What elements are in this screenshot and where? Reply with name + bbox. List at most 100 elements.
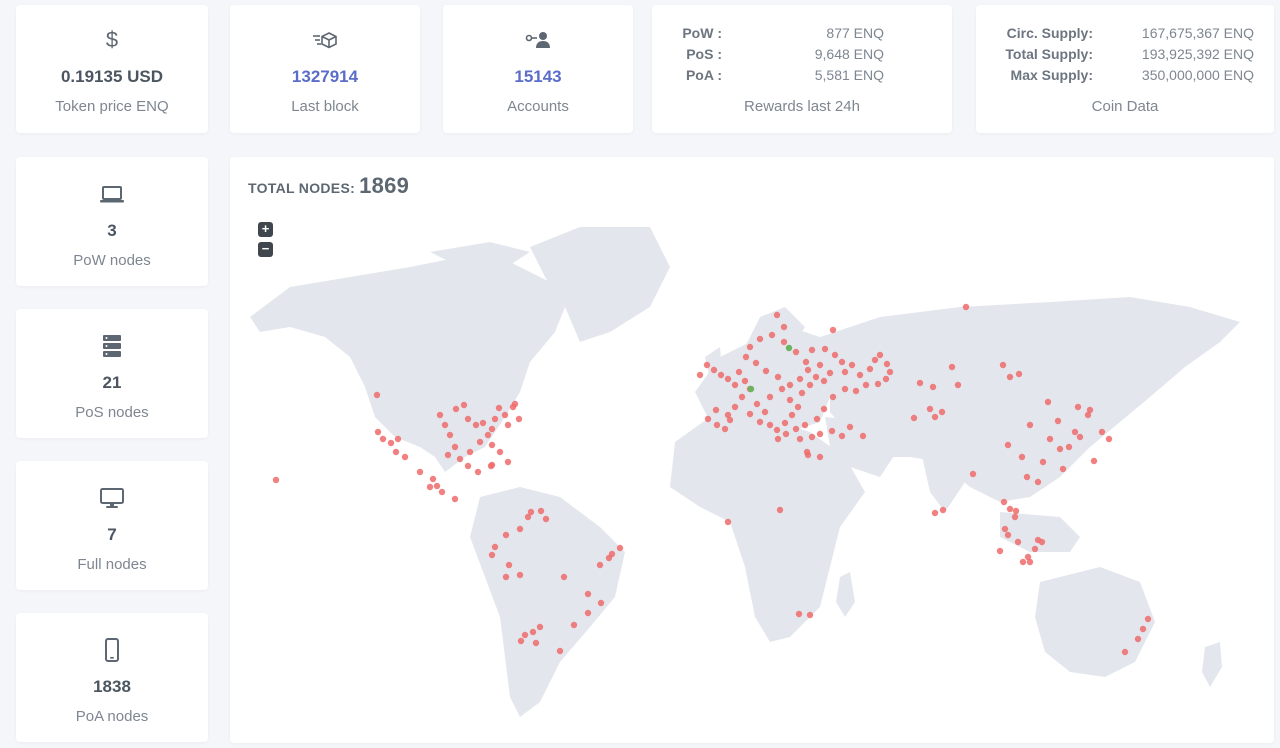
node-marker[interactable] xyxy=(838,432,846,440)
node-marker[interactable] xyxy=(1086,406,1094,414)
node-marker[interactable] xyxy=(1034,478,1042,486)
node-marker[interactable] xyxy=(848,361,856,369)
node-marker[interactable] xyxy=(786,381,794,389)
node-marker[interactable] xyxy=(778,385,786,393)
node-marker[interactable] xyxy=(1000,498,1008,506)
node-marker[interactable] xyxy=(829,326,837,334)
node-marker[interactable] xyxy=(1039,458,1047,466)
node-marker[interactable] xyxy=(780,338,788,346)
node-marker[interactable] xyxy=(841,385,849,393)
node-marker[interactable] xyxy=(773,426,781,434)
node-marker[interactable] xyxy=(452,405,460,413)
node-marker[interactable] xyxy=(856,371,864,379)
node-marker[interactable] xyxy=(742,353,750,361)
node-marker[interactable] xyxy=(451,495,459,503)
node-marker[interactable] xyxy=(820,377,828,385)
node-marker[interactable] xyxy=(761,408,769,416)
node-marker[interactable] xyxy=(801,421,809,429)
node-marker[interactable] xyxy=(704,415,712,423)
node-marker[interactable] xyxy=(796,435,804,443)
node-marker[interactable] xyxy=(504,458,512,466)
node-marker[interactable] xyxy=(753,400,761,408)
node-marker[interactable] xyxy=(735,368,743,376)
node-marker[interactable] xyxy=(710,366,718,374)
node-marker[interactable] xyxy=(821,345,829,353)
node-marker[interactable] xyxy=(515,415,523,423)
node-marker[interactable] xyxy=(502,573,510,581)
node-marker[interactable] xyxy=(584,609,592,617)
node-marker[interactable] xyxy=(841,368,849,376)
node-marker[interactable] xyxy=(436,411,444,419)
node-marker[interactable] xyxy=(1074,403,1082,411)
node-marker[interactable] xyxy=(597,599,605,607)
node-marker[interactable] xyxy=(752,359,760,367)
node-marker[interactable] xyxy=(560,573,568,581)
node-marker[interactable] xyxy=(441,421,449,429)
node-marker[interactable] xyxy=(724,518,732,526)
node-marker[interactable] xyxy=(516,525,524,533)
node-marker[interactable] xyxy=(401,453,409,461)
node-marker[interactable] xyxy=(584,590,592,598)
node-marker[interactable] xyxy=(433,482,441,490)
node-marker[interactable] xyxy=(773,311,781,319)
node-marker[interactable] xyxy=(1105,435,1113,443)
node-marker[interactable] xyxy=(536,623,544,631)
node-marker[interactable] xyxy=(831,351,839,359)
node-marker[interactable] xyxy=(782,430,790,438)
node-marker[interactable] xyxy=(859,432,867,440)
node-marker[interactable] xyxy=(426,483,434,491)
node-marker[interactable] xyxy=(1034,536,1042,544)
node-marker[interactable] xyxy=(1023,473,1031,481)
node-marker[interactable] xyxy=(1006,373,1014,381)
node-marker[interactable] xyxy=(387,439,395,447)
node-marker[interactable] xyxy=(731,403,739,411)
node-marker[interactable] xyxy=(1012,507,1020,515)
node-marker[interactable] xyxy=(876,351,884,359)
node-marker[interactable] xyxy=(996,547,1004,555)
node-marker[interactable] xyxy=(712,406,720,414)
node-marker[interactable] xyxy=(938,408,946,416)
node-marker[interactable] xyxy=(394,435,402,443)
node-marker[interactable] xyxy=(762,367,770,375)
node-marker[interactable] xyxy=(726,416,734,424)
node-marker[interactable] xyxy=(816,361,824,369)
node-marker[interactable] xyxy=(1001,525,1009,533)
node-marker[interactable] xyxy=(828,427,836,435)
node-marker[interactable] xyxy=(488,425,496,433)
node-marker[interactable] xyxy=(826,369,834,377)
node-marker[interactable] xyxy=(444,451,452,459)
node-marker[interactable] xyxy=(713,421,721,429)
node-marker[interactable] xyxy=(1015,370,1023,378)
node-marker[interactable] xyxy=(741,377,749,385)
node-marker[interactable] xyxy=(816,430,824,438)
node-marker[interactable] xyxy=(1071,428,1079,436)
node-marker[interactable] xyxy=(1090,457,1098,465)
node-marker[interactable] xyxy=(786,396,794,404)
node-marker[interactable] xyxy=(479,419,487,427)
node-marker[interactable] xyxy=(542,515,550,523)
node-marker[interactable] xyxy=(866,365,874,373)
node-marker[interactable] xyxy=(1006,505,1014,513)
node-marker[interactable] xyxy=(788,411,796,419)
node-marker[interactable] xyxy=(926,405,934,413)
node-marker[interactable] xyxy=(446,431,454,439)
node-marker[interactable] xyxy=(1144,615,1152,623)
node-marker[interactable] xyxy=(883,360,891,368)
node-marker[interactable] xyxy=(962,303,970,311)
node-marker[interactable] xyxy=(1018,453,1026,461)
node-marker[interactable] xyxy=(556,647,564,655)
node-marker[interactable] xyxy=(464,462,472,470)
node-marker[interactable] xyxy=(1046,435,1054,443)
node-marker[interactable] xyxy=(1121,648,1129,656)
node-marker[interactable] xyxy=(862,381,870,389)
node-marker[interactable] xyxy=(804,366,812,374)
node-marker[interactable] xyxy=(756,335,764,343)
node-marker[interactable] xyxy=(379,435,387,443)
node-marker[interactable] xyxy=(1019,558,1027,566)
node-marker[interactable] xyxy=(886,368,894,376)
node-marker[interactable] xyxy=(746,410,754,418)
node-marker[interactable] xyxy=(1076,433,1084,441)
node-marker[interactable] xyxy=(517,637,525,645)
node-marker[interactable] xyxy=(808,433,816,441)
node-marker[interactable] xyxy=(1031,545,1039,553)
